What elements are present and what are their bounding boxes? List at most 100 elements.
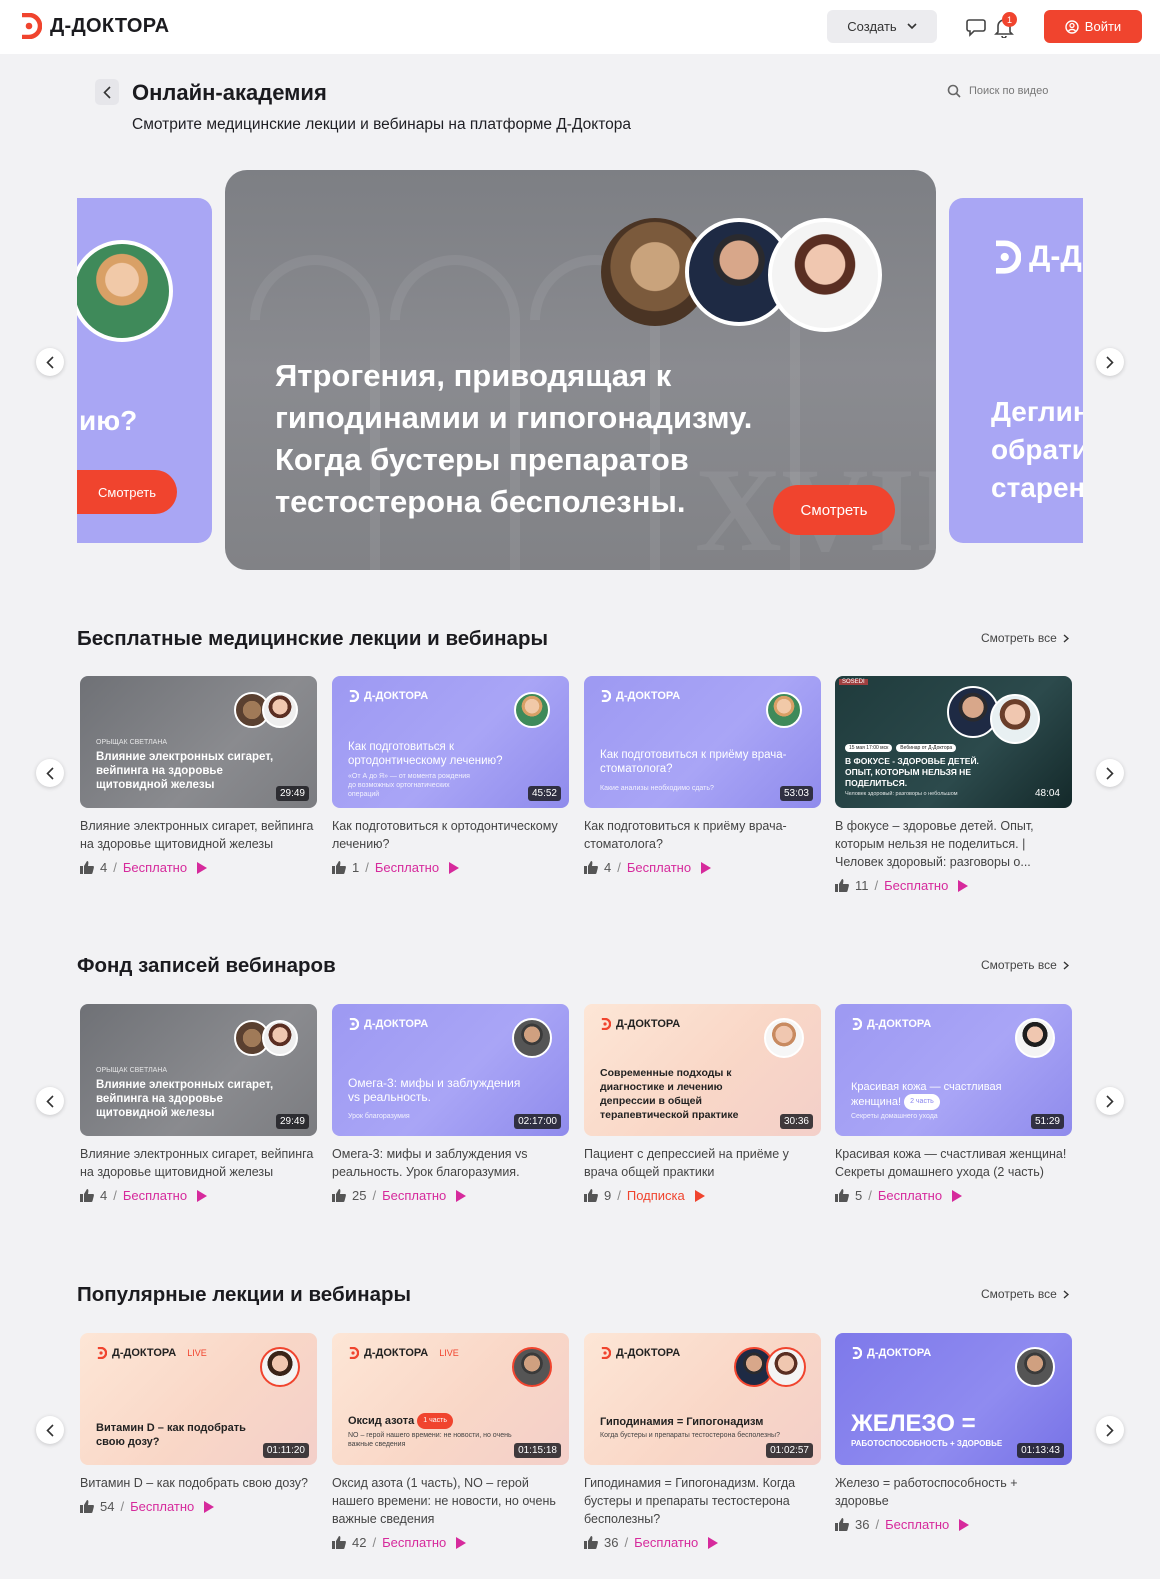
row-next-button[interactable] (1096, 1087, 1124, 1115)
play-icon[interactable] (952, 1189, 963, 1202)
see-all-label: Смотреть все (981, 1287, 1057, 1301)
see-all-link[interactable]: Смотреть все (981, 1287, 1069, 1301)
logo[interactable]: Д-ДОКТОРА (18, 13, 169, 39)
video-thumbnail[interactable]: Д-ДОКТОРА Гиподинамия = Гипогонадизм Ког… (584, 1333, 821, 1465)
play-icon[interactable] (958, 879, 969, 892)
logo-icon (349, 690, 359, 702)
video-search[interactable]: Поиск по видео (947, 84, 1048, 98)
row-next-button[interactable] (1096, 1416, 1124, 1444)
back-button[interactable] (95, 79, 119, 105)
play-icon[interactable] (449, 861, 460, 874)
video-title[interactable]: Как подготовиться к ортодонтическому леч… (332, 817, 569, 853)
play-icon[interactable] (708, 1536, 719, 1549)
video-thumbnail[interactable]: Д-ДОКТОРА ЖЕЛЕЗО = РАБОТОСПОСОБНОСТЬ + З… (835, 1333, 1072, 1465)
video-thumbnail[interactable]: ОРЫЩАК СВЕТЛАНА Влияние электронных сига… (80, 1004, 317, 1136)
video-thumbnail[interactable]: Д-ДОКТОРА Омега-3: мифы и заблуждения vs… (332, 1004, 569, 1136)
row-next-button[interactable] (1096, 759, 1124, 787)
video-card[interactable]: Д-ДОКТОРА Омега-3: мифы и заблуждения vs… (332, 1004, 569, 1203)
thumb-badge: SOSEDI (839, 679, 868, 685)
see-all-link[interactable]: Смотреть все (981, 958, 1069, 972)
video-card[interactable]: Д-ДОКТОРА Современные подходы к диагност… (584, 1004, 821, 1203)
play-icon[interactable] (197, 861, 208, 874)
chevron-right-icon (1106, 1423, 1114, 1437)
video-card[interactable]: Д-ДОКТОРА Гиподинамия = Гипогонадизм Ког… (584, 1333, 821, 1550)
row-prev-button[interactable] (36, 1416, 64, 1444)
thumb-subtitle: РАБОТОСПОСОБНОСТЬ + ЗДОРОВЬЕ (851, 1439, 1003, 1448)
thumb-subtitle: Секреты домашнего ухода (851, 1113, 938, 1120)
speaker-photo (764, 1018, 804, 1058)
video-title[interactable]: Гиподинамия = Гипогонадизм. Когда бустер… (584, 1474, 821, 1528)
play-icon[interactable] (456, 1536, 467, 1549)
video-title[interactable]: Красивая кожа — счастливая женщина! Секр… (835, 1145, 1072, 1181)
video-title[interactable]: Влияние электронных сигарет, вейпинга на… (80, 1145, 317, 1181)
video-title[interactable]: Омега-3: мифы и заблуждения vs реальност… (332, 1145, 569, 1181)
video-thumbnail[interactable]: Д-ДОКТОРА Красивая кожа — счастливая жен… (835, 1004, 1072, 1136)
login-button[interactable]: Войти (1044, 10, 1142, 43)
watch-button[interactable]: Смотреть (77, 470, 177, 514)
video-card[interactable]: Д-ДОКТОРА ЖЕЛЕЗО = РАБОТОСПОСОБНОСТЬ + З… (835, 1333, 1072, 1532)
thumb-brand-text: Д-ДОКТОРА (867, 1018, 932, 1030)
like-count: 54 (100, 1499, 115, 1514)
price-label: Бесплатно (122, 860, 188, 875)
thumb-brand-text: Д-ДОКТОРА (616, 1347, 681, 1359)
thumb-author: ОРЫЩАК СВЕТЛАНА (96, 739, 168, 746)
video-title[interactable]: Влияние электронных сигарет, вейпинга на… (80, 817, 317, 853)
video-duration: 01:15:18 (514, 1443, 561, 1458)
speaker-photo (1015, 1018, 1055, 1058)
play-icon[interactable] (456, 1189, 467, 1202)
video-duration: 01:02:57 (766, 1443, 813, 1458)
video-title[interactable]: В фокусе – здоровье детей. Опыт, которым… (835, 817, 1072, 871)
play-icon[interactable] (959, 1518, 970, 1531)
separator: / (868, 1188, 872, 1203)
create-button[interactable]: Создать (827, 10, 937, 43)
row-prev-button[interactable] (36, 1087, 64, 1115)
logo-icon (852, 1018, 862, 1030)
hero-slide-current[interactable]: XVII Ятрогения, приводящая к гиподинамии… (225, 170, 936, 570)
like-count: 4 (604, 860, 612, 875)
video-thumbnail[interactable]: Д-ДОКТОРА LIVE Витамин D – как подобрать… (80, 1333, 317, 1465)
video-duration: 48:04 (1034, 788, 1060, 799)
video-card[interactable]: SOSEDI 15 мая 17:00 мск Вебинар от Д-Док… (835, 676, 1072, 893)
video-thumbnail[interactable]: Д-ДОКТОРА Как подготовиться к ортодонтич… (332, 676, 569, 808)
video-card[interactable]: Д-ДОКТОРА Как подготовиться к ортодонтич… (332, 676, 569, 875)
video-title[interactable]: Витамин D – как подобрать свою дозу? (80, 1474, 317, 1492)
video-card[interactable]: Д-ДОКТОРА Красивая кожа — счастливая жен… (835, 1004, 1072, 1203)
speaker-photo (262, 692, 298, 728)
video-card[interactable]: Д-ДОКТОРА Как подготовиться к приёму вра… (584, 676, 821, 875)
video-card[interactable]: ОРЫЩАК СВЕТЛАНА Влияние электронных сига… (80, 1004, 317, 1203)
play-icon[interactable] (197, 1189, 208, 1202)
page-subtitle: Смотрите медицинские лекции и вебинары н… (132, 116, 631, 133)
top-bar: Д-ДОКТОРА Создать 1 Войти (0, 0, 1160, 54)
video-thumbnail[interactable]: Д-ДОКТОРА Как подготовиться к приёму вра… (584, 676, 821, 808)
speaker-photo (514, 692, 550, 728)
video-thumbnail[interactable]: SOSEDI 15 мая 17:00 мск Вебинар от Д-Док… (835, 676, 1072, 808)
video-title[interactable]: Оксид азота (1 часть), NO – герой нашего… (332, 1474, 569, 1528)
video-duration: 53:03 (779, 786, 813, 801)
carousel-prev-button[interactable] (36, 348, 64, 376)
video-thumbnail[interactable]: Д-ДОКТОРА LIVE Оксид азота 1 часть NO – … (332, 1333, 569, 1465)
watch-button[interactable]: Смотреть (773, 485, 895, 535)
thumb-title: В ФОКУСЕ - ЗДОРОВЬЕ ДЕТЕЙ. ОПЫТ, КОТОРЫМ… (845, 756, 979, 788)
video-thumbnail[interactable]: Д-ДОКТОРА Современные подходы к диагност… (584, 1004, 821, 1136)
hero-slide-next[interactable]: Д-Д Деглин обрати старен (949, 198, 1083, 543)
video-title[interactable]: Пациент с депрессией на приёме у врача о… (584, 1145, 821, 1181)
play-icon[interactable] (204, 1500, 215, 1513)
chat-icon[interactable] (965, 16, 987, 38)
thumb-brand: Д-ДОКТОРА (600, 690, 680, 702)
video-title[interactable]: Железо = работоспособность + здоровье (835, 1474, 1072, 1510)
thumbs-up-icon (80, 861, 94, 874)
live-badge: LIVE (187, 1348, 207, 1358)
section-title: Популярные лекции и вебинары (77, 1283, 412, 1306)
play-icon[interactable] (701, 861, 712, 874)
video-thumbnail[interactable]: ОРЫЩАК СВЕТЛАНА Влияние электронных сига… (80, 676, 317, 808)
video-card[interactable]: Д-ДОКТОРА LIVE Витамин D – как подобрать… (80, 1333, 317, 1514)
play-icon[interactable] (694, 1189, 705, 1202)
video-title[interactable]: Как подготовиться к приёму врача-стомато… (584, 817, 821, 853)
video-card[interactable]: Д-ДОКТОРА LIVE Оксид азота 1 часть NO – … (332, 1333, 569, 1550)
row-prev-button[interactable] (36, 759, 64, 787)
carousel-next-button[interactable] (1096, 348, 1124, 376)
see-all-link[interactable]: Смотреть все (981, 631, 1069, 645)
video-card[interactable]: ОРЫЩАК СВЕТЛАНА Влияние электронных сига… (80, 676, 317, 875)
video-meta: 11 / Бесплатно (835, 878, 1072, 893)
hero-slide-previous[interactable]: ию? Смотреть (77, 198, 212, 543)
